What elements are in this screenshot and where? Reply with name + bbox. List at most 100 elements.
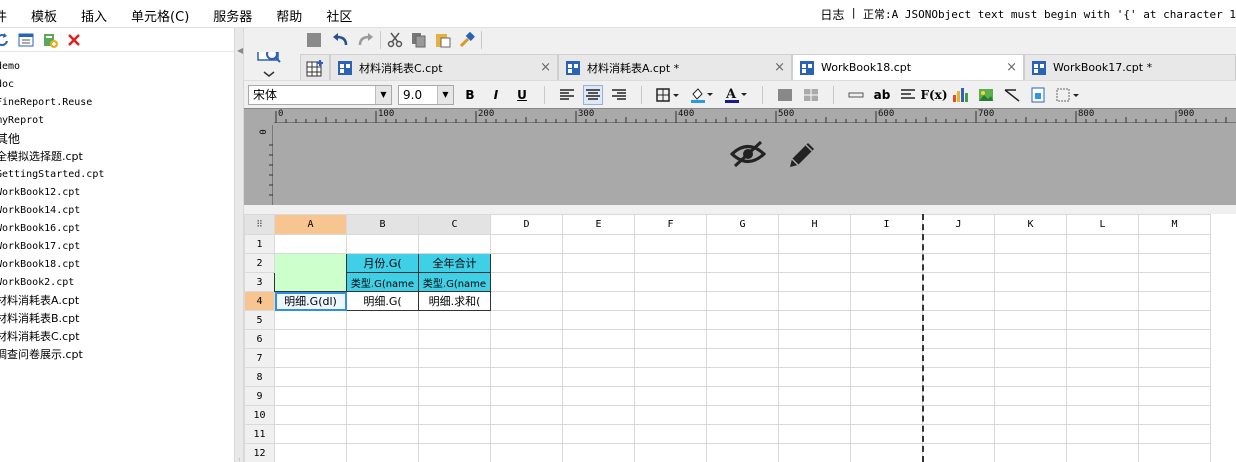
cell[interactable] [850,443,923,462]
cell[interactable] [562,367,635,387]
row-header[interactable]: 5 [244,310,275,330]
list-item[interactable]: 材料消耗表A.cpt [0,292,234,310]
cell[interactable] [922,405,995,425]
cell[interactable] [490,253,563,273]
cell[interactable] [922,424,995,444]
cell[interactable] [346,348,419,368]
refresh-icon[interactable] [0,32,10,48]
cell[interactable] [274,386,347,406]
cell[interactable] [850,234,923,254]
cell[interactable] [562,424,635,444]
row-header[interactable]: 9 [244,386,275,406]
column-header[interactable]: B [346,214,419,235]
underline-button[interactable]: U [512,85,532,105]
row-header[interactable]: 4 [244,291,275,311]
cell[interactable] [418,310,491,330]
cell[interactable] [994,329,1067,349]
cell[interactable] [922,443,995,462]
cell[interactable] [1066,443,1139,462]
undo-icon[interactable] [332,32,348,48]
list-item[interactable]: 材料消耗表B.cpt [0,310,234,328]
cell[interactable] [850,367,923,387]
row-header[interactable]: 3 [244,272,275,292]
cell[interactable] [850,386,923,406]
cell[interactable] [1138,253,1211,273]
cell[interactable] [778,386,851,406]
menu-insert[interactable]: 插入 [81,6,107,25]
cell[interactable] [706,329,779,349]
column-header[interactable]: E [562,214,635,235]
chevron-down-icon[interactable]: ▼ [437,85,453,104]
properties-icon[interactable] [18,32,34,48]
cell[interactable] [562,386,635,406]
cell[interactable] [634,386,707,406]
tab-a-material[interactable]: 材料消耗表A.cpt * × [558,54,792,80]
cell[interactable] [850,272,923,292]
merge-cells-icon[interactable] [775,85,795,105]
pencil-icon[interactable] [786,139,818,174]
cell[interactable] [706,424,779,444]
cell[interactable] [778,348,851,368]
cell[interactable] [994,272,1067,292]
cell[interactable] [1066,386,1139,406]
cell[interactable] [706,272,779,292]
richtext-icon[interactable] [898,85,918,105]
cell[interactable] [922,310,995,330]
cell-A4[interactable]: 明细.G(dl) [274,291,347,311]
tab-c-material[interactable]: 材料消耗表C.cpt × [330,54,558,80]
cell[interactable] [778,443,851,462]
cell[interactable] [562,253,635,273]
align-left-icon[interactable] [557,85,577,105]
close-icon[interactable]: × [774,60,785,75]
cut-icon[interactable] [387,32,403,48]
insert-line-icon[interactable] [846,85,866,105]
cell-A2[interactable] [274,253,347,292]
cell[interactable] [1138,310,1211,330]
list-item[interactable]: WorkBook2.cpt [0,274,234,292]
image-icon[interactable] [976,85,996,105]
cell[interactable] [706,443,779,462]
text-cell-button[interactable]: ab [872,85,892,105]
add-file-icon[interactable] [42,32,58,48]
list-item[interactable]: doc [0,76,234,94]
cell[interactable] [634,310,707,330]
cell[interactable] [994,367,1067,387]
delete-icon[interactable] [66,32,82,48]
cell[interactable] [490,291,563,311]
row-header[interactable]: 2 [244,253,275,273]
cell[interactable] [490,443,563,462]
cell[interactable] [1066,348,1139,368]
cell[interactable] [490,348,563,368]
cell[interactable] [994,386,1067,406]
chart-icon[interactable] [950,85,970,105]
cell[interactable] [1066,405,1139,425]
column-header[interactable]: G [706,214,779,235]
cell[interactable] [1138,234,1211,254]
cell[interactable] [1138,405,1211,425]
cell[interactable] [346,310,419,330]
collapse-arrow-icon[interactable]: ◀ [237,46,243,55]
eye-slash-icon[interactable] [729,139,767,174]
italic-button[interactable]: I [486,85,506,105]
cell[interactable] [994,310,1067,330]
cell[interactable] [1138,291,1211,311]
border-icon[interactable] [654,85,682,105]
cell[interactable] [922,234,995,254]
cell[interactable] [1138,348,1211,368]
chevron-down-icon[interactable]: ▼ [375,85,391,104]
cell[interactable] [922,272,995,292]
drag-handle-icon[interactable]: ··· [238,456,241,462]
list-item[interactable]: WorkBook16.cpt [0,220,234,238]
cell[interactable] [490,310,563,330]
align-right-icon[interactable] [609,85,629,105]
cell[interactable] [346,367,419,387]
cell[interactable] [562,329,635,349]
cell[interactable] [346,443,419,462]
cell[interactable] [274,443,347,462]
cell[interactable] [922,386,995,406]
log-label[interactable]: 日志 [820,6,844,23]
paste-icon[interactable] [435,32,451,48]
cell[interactable] [274,329,347,349]
cell[interactable] [706,291,779,311]
format-painter-icon[interactable] [459,32,475,48]
